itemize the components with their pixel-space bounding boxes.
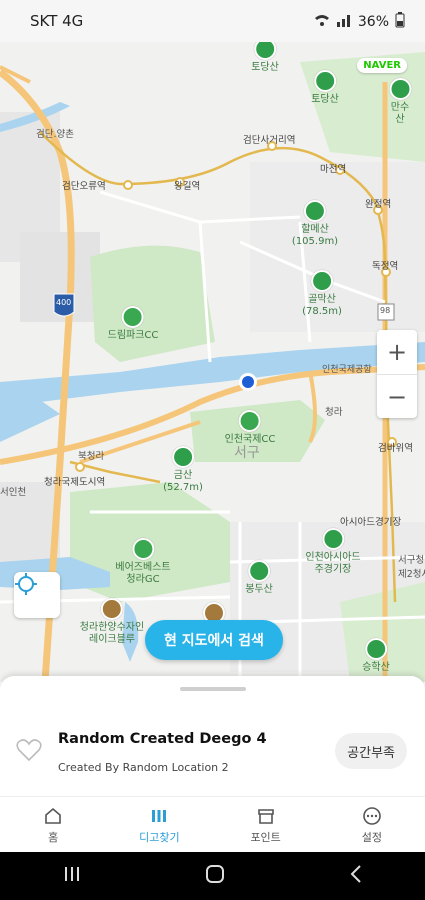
home-icon <box>45 807 61 824</box>
poi-park[interactable]: 인천아시아드 주경기장 <box>305 528 361 576</box>
map-label: 검단.양촌 <box>36 129 74 140</box>
home-button-icon[interactable] <box>205 864 225 888</box>
mountain-icon <box>172 446 194 468</box>
poi-building[interactable]: 청라한양수자인 레이크블루 <box>80 598 144 646</box>
status-badge: 공간부족 <box>335 733 407 769</box>
district-label: 서구 <box>234 445 260 461</box>
highway-shield-label: 400 <box>56 298 72 307</box>
station-label: 청라국제도시역 <box>44 477 106 488</box>
poi-park[interactable]: 인천국제CC <box>225 410 275 446</box>
system-nav-bar <box>0 852 425 900</box>
road-label: 인천국제공항 <box>322 365 372 375</box>
tab-home[interactable]: 홈 <box>0 797 106 853</box>
search-this-area-button[interactable]: 현 지도에서 검색 <box>145 620 283 660</box>
poi-mountain[interactable]: 봉두산 <box>245 560 273 596</box>
golf-icon <box>238 410 261 432</box>
poi-mountain[interactable]: 골막산 (78.5m) <box>302 270 342 318</box>
station-label: 검단사거리역 <box>243 135 296 146</box>
place-sheet[interactable]: Random Created Deego 4 Created By Random… <box>0 676 425 796</box>
store-icon <box>257 808 274 824</box>
station-label: 검바위역 <box>378 443 413 454</box>
poi-mountain[interactable]: 만수산 <box>388 78 413 126</box>
place-title: Random Created Deego 4 <box>58 731 267 747</box>
tab-find-deego[interactable]: 디고찾기 <box>106 797 212 853</box>
wifi-icon <box>314 13 330 31</box>
status-icons: 36% <box>314 12 405 32</box>
poi-mountain[interactable]: 할메산 (105.9m) <box>292 200 338 248</box>
place-subtitle: Created By Random Location 2 <box>58 761 229 774</box>
route-shield-label: 98 <box>380 306 391 315</box>
mountain-icon <box>313 70 336 92</box>
mountain-icon <box>253 42 276 60</box>
tab-point[interactable]: 포인트 <box>213 797 319 853</box>
back-icon[interactable] <box>349 864 363 888</box>
columns-icon <box>152 809 167 822</box>
poi-mountain[interactable]: 승학산 <box>362 638 390 674</box>
station-label: 마전역 <box>320 164 347 175</box>
poi-mountain[interactable]: 토당산 <box>311 70 339 106</box>
mountain-icon <box>364 638 387 660</box>
signal-icon <box>336 13 352 31</box>
building-icon <box>101 598 123 620</box>
station-label: 아시아드경기장 <box>340 517 402 528</box>
mountain-icon <box>389 78 411 100</box>
poi-park[interactable]: 베어즈베스트 청라GC <box>115 538 171 586</box>
carrier-label: SKT 4G <box>30 12 84 30</box>
poi-mountain[interactable]: 토당산 <box>251 42 279 74</box>
station-label: 검단오류역 <box>62 181 106 192</box>
status-bar: SKT 4G 36% <box>0 0 425 42</box>
zoom-out-button[interactable]: − <box>377 375 417 419</box>
zoom-in-button[interactable]: + <box>377 330 417 375</box>
zoom-controls: + − <box>377 330 417 418</box>
crosshair-icon <box>15 573 37 595</box>
more-icon <box>363 806 381 825</box>
recents-icon[interactable] <box>62 865 82 887</box>
sheet-handle[interactable] <box>180 687 246 691</box>
tab-settings[interactable]: 설정 <box>319 797 425 853</box>
station-label: 왕길역 <box>174 181 201 192</box>
poi-mountain[interactable]: 금산 (52.7m) <box>163 446 203 494</box>
naver-logo: NAVER <box>357 58 407 73</box>
station-label: 완정역 <box>365 199 392 210</box>
mountain-icon <box>247 560 270 582</box>
bottom-tab-bar: 홈 디고찾기 포인트 설정 <box>0 796 425 853</box>
stadium-icon <box>321 528 344 550</box>
map-label: 서구청 제2청사 <box>398 555 425 580</box>
map-label: 청라 <box>325 407 343 418</box>
mountain-icon <box>311 270 333 292</box>
map-label: 북청라 <box>78 451 105 462</box>
golf-icon <box>121 306 144 328</box>
battery-label: 36% <box>357 14 389 30</box>
poi-park[interactable]: 드림파크CC <box>108 306 158 342</box>
map-label: 서인천 <box>0 487 27 498</box>
map-view[interactable]: 400 98 토당산 토당산 만수산 할메산 (105.9m) 골막산 (78.… <box>0 42 425 682</box>
locate-button[interactable] <box>14 572 60 618</box>
heart-icon[interactable] <box>16 738 42 766</box>
battery-icon <box>395 12 405 32</box>
mountain-icon <box>303 200 326 222</box>
golf-icon <box>131 538 154 560</box>
station-label: 독정역 <box>372 261 399 272</box>
